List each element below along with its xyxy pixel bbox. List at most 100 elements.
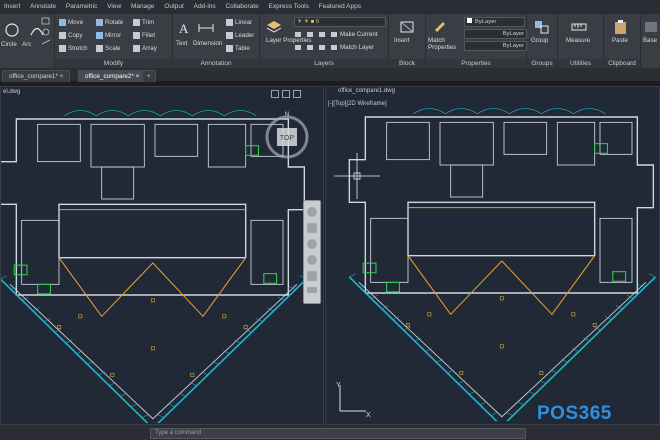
room-wall — [90, 123, 145, 168]
match-layer-tool[interactable]: Match Layer — [340, 44, 374, 51]
close-icon[interactable]: × — [136, 73, 140, 80]
base-view-icon[interactable] — [642, 19, 660, 35]
showmotion-icon[interactable] — [307, 271, 317, 281]
color-swatch — [467, 18, 472, 23]
mirror-tool[interactable]: Mirror — [96, 32, 121, 39]
linear-tool[interactable]: Linear — [226, 19, 252, 26]
rotate-tool[interactable]: Rotate — [96, 19, 123, 26]
room-wall — [386, 121, 430, 161]
new-tab-button[interactable]: + — [142, 70, 156, 82]
room-wall — [207, 123, 247, 168]
close-icon[interactable]: × — [60, 73, 64, 80]
group-icon[interactable] — [533, 19, 551, 35]
menu-manage[interactable]: Manage — [127, 0, 159, 10]
fillet-icon — [133, 32, 140, 39]
menu-output[interactable]: Output — [160, 0, 188, 10]
menu-insert[interactable]: Insert — [0, 0, 24, 10]
layer-tool-icons[interactable] — [294, 30, 342, 54]
copy-icon — [59, 32, 66, 39]
navbar-menu-icon[interactable] — [307, 287, 317, 293]
dimension-label: Dimension — [193, 40, 223, 47]
ribbon: Circle Arc Move Rotate Trim Copy Mirror … — [0, 14, 660, 69]
column-marker — [427, 312, 432, 317]
insert-label: Insert — [394, 37, 410, 44]
pan-icon[interactable] — [307, 223, 317, 233]
move-icon — [59, 19, 66, 26]
make-current-tool[interactable]: Make Current — [340, 31, 377, 38]
dimension-icon[interactable] — [197, 20, 215, 36]
left-viewport-title: el.dwg — [3, 89, 21, 95]
room-wall — [599, 217, 633, 283]
menu-featured-apps[interactable]: Featured Apps — [315, 0, 365, 10]
roof-arc — [192, 110, 225, 117]
layers-group-label: Layers — [260, 59, 388, 68]
viewcube[interactable]: TOP N — [263, 111, 311, 163]
paste-icon[interactable] — [612, 19, 630, 35]
facade-mullion — [517, 401, 524, 406]
layer-properties-icon[interactable] — [265, 19, 283, 35]
copy-tool[interactable]: Copy — [59, 32, 82, 39]
fillet-tool[interactable]: Fillet — [133, 32, 155, 39]
leader-tool[interactable]: Leader — [226, 32, 254, 39]
close-viewport-button[interactable] — [293, 90, 301, 98]
left-viewport[interactable]: el.dwg TOP N — [0, 86, 324, 425]
floor-plan-drawing — [348, 108, 657, 421]
base-label: Base — [643, 37, 658, 44]
table-tool[interactable]: Table — [226, 45, 250, 52]
roof-arc — [509, 108, 542, 115]
lineweight-combo[interactable]: ByLayer — [464, 41, 527, 51]
maximize-button[interactable] — [282, 90, 290, 98]
column-marker — [243, 325, 248, 329]
layer-combo[interactable]: ☀ ☀ ■ 0 — [294, 17, 386, 27]
stair-fixture — [263, 273, 278, 284]
view-group: Base — [641, 14, 660, 68]
right-viewport[interactable]: office_compare1.dwg [-][Top][2D Wirefram… — [325, 86, 660, 425]
column-marker — [499, 344, 504, 349]
menu-view[interactable]: View — [103, 0, 125, 10]
array-tool[interactable]: Array — [133, 45, 157, 52]
room-wall — [450, 164, 484, 198]
tab-office-compare1[interactable]: office_compare1* × — [2, 70, 71, 82]
insert-icon[interactable] — [398, 19, 416, 35]
corridor-wall — [407, 201, 596, 257]
minimize-button[interactable] — [271, 90, 279, 98]
menu-collaborate[interactable]: Collaborate — [221, 0, 262, 10]
scale-tool[interactable]: Scale — [96, 45, 120, 52]
column-marker — [150, 298, 155, 303]
arc-label: Arc — [22, 41, 32, 48]
circle-label: Circle — [1, 41, 17, 48]
orbit-icon[interactable] — [307, 255, 317, 265]
inner-facade — [358, 282, 647, 418]
room-wall — [101, 166, 135, 200]
roof-arc — [445, 108, 478, 115]
linetype-combo[interactable]: ByLayer — [464, 29, 527, 39]
command-input[interactable]: Type a command — [150, 428, 526, 439]
draw-extra-icons[interactable] — [40, 16, 52, 50]
scale-icon — [96, 45, 103, 52]
file-tabs: office_compare1* × office_compare2* × + — [0, 68, 660, 82]
paste-label: Paste — [612, 37, 628, 44]
ucs-icon: Y X — [336, 382, 371, 419]
trim-icon — [133, 19, 140, 26]
measure-icon[interactable] — [570, 19, 588, 35]
menu-express-tools[interactable]: Express Tools — [265, 0, 313, 10]
text-icon[interactable]: A — [175, 20, 193, 36]
circle-icon[interactable] — [3, 22, 21, 38]
rotate-icon — [96, 19, 103, 26]
menu-parametric[interactable]: Parametric — [62, 0, 101, 10]
menu-annotate[interactable]: Annotate — [26, 0, 60, 10]
facade-mullion — [120, 392, 127, 397]
move-tool[interactable]: Move — [59, 19, 83, 26]
stretch-tool[interactable]: Stretch — [59, 45, 88, 52]
steering-wheel-icon[interactable] — [307, 207, 317, 217]
match-properties-icon[interactable] — [431, 18, 449, 34]
facade-mullion — [506, 412, 513, 416]
linear-icon — [226, 19, 233, 26]
trim-tool[interactable]: Trim — [133, 19, 154, 26]
menu-add-ins[interactable]: Add-ins — [190, 0, 220, 10]
color-combo[interactable]: ByLayer — [464, 17, 525, 27]
navigation-bar[interactable] — [303, 200, 321, 304]
zoom-icon[interactable] — [307, 239, 317, 249]
roof-arc — [541, 108, 574, 115]
tab-office-compare2[interactable]: office_compare2* × — [78, 70, 147, 82]
